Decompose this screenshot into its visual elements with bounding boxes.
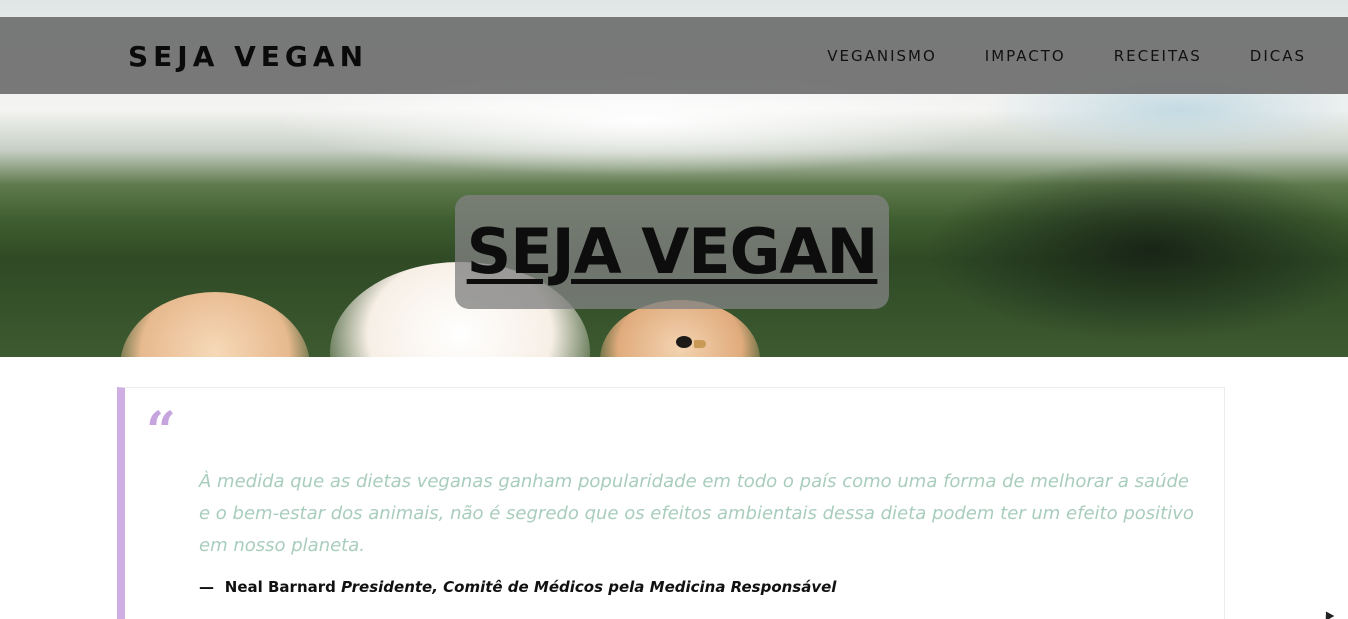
hero-title-box: SEJA VEGAN [455,195,889,309]
hero-title[interactable]: SEJA VEGAN [467,217,879,287]
quote-dash: — [199,578,214,596]
mouse-cursor-icon [1321,609,1335,619]
navbar: SEJA VEGAN VEGANISMO IMPACTO RECEITAS DI… [0,17,1348,94]
nav-link-veganismo[interactable]: VEGANISMO [827,47,937,65]
quote-attribution: — Neal Barnard Presidente, Comitê de Méd… [199,578,836,596]
nav-link-dicas[interactable]: DICAS [1250,47,1306,65]
quote-text: À medida que as dietas veganas ganham po… [199,471,1194,556]
quote-author: Neal Barnard [224,578,342,596]
chick-image-left [120,292,310,357]
quote-card: “ À medida que as dietas veganas ganham … [117,387,1225,619]
brand-logo[interactable]: SEJA VEGAN [128,41,368,73]
chick-eye [676,336,692,348]
chick-beak [694,340,706,348]
page: SEJA VEGAN SEJA VEGAN VEGANISMO IMPACTO … [0,0,1348,619]
nav-link-receitas[interactable]: RECEITAS [1114,47,1202,65]
quote-mark-icon: “ [146,401,176,462]
quote-author-role: Presidente, Comitê de Médicos pela Medic… [341,578,837,596]
nav-links: VEGANISMO IMPACTO RECEITAS DICAS [827,47,1306,65]
nav-link-impacto[interactable]: IMPACTO [985,47,1066,65]
